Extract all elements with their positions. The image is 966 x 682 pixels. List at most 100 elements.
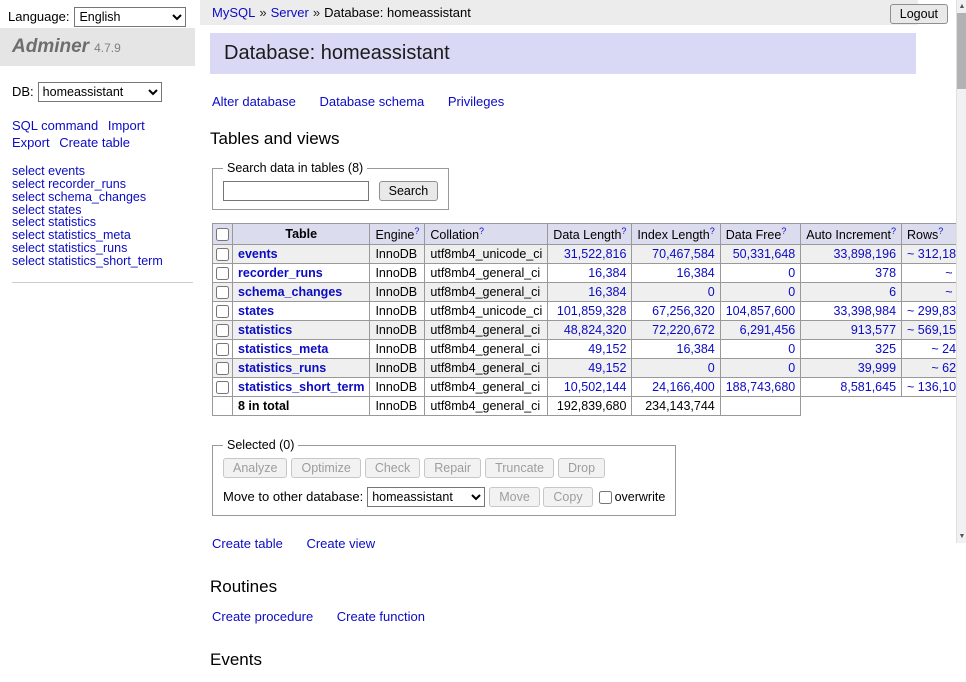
create-procedure-link[interactable]: Create procedure: [212, 609, 313, 624]
auto-increment-link[interactable]: 33,898,196: [833, 247, 896, 261]
bulk-repair-button[interactable]: Repair: [424, 458, 481, 478]
copy-button[interactable]: Copy: [543, 487, 592, 507]
bulk-drop-button[interactable]: Drop: [558, 458, 605, 478]
column-help-link[interactable]: ?: [621, 226, 626, 236]
table-name-link[interactable]: statistics_short_term: [238, 380, 364, 394]
row-checkbox[interactable]: [216, 343, 229, 356]
rows-link[interactable]: ~ 569,159: [907, 323, 963, 337]
select-table-link[interactable]: select states: [12, 203, 81, 217]
bulk-check-button[interactable]: Check: [365, 458, 420, 478]
breadcrumb-server-link[interactable]: Server: [271, 5, 309, 20]
rows-link[interactable]: ~ 312,180: [907, 247, 963, 261]
auto-increment-link[interactable]: 378: [875, 266, 896, 280]
row-checkbox[interactable]: [216, 267, 229, 280]
scroll-down-icon[interactable]: ▼: [957, 530, 966, 543]
data-length-link[interactable]: 31,522,816: [564, 247, 627, 261]
column-help-link[interactable]: ?: [710, 226, 715, 236]
column-header-engine[interactable]: Engine?: [370, 224, 425, 245]
column-header-auto-increment[interactable]: Auto Increment?: [801, 224, 902, 245]
column-header-table[interactable]: Table: [233, 224, 370, 245]
auto-increment-link[interactable]: 33,398,984: [833, 304, 896, 318]
auto-increment-link[interactable]: 325: [875, 342, 896, 356]
index-length-link[interactable]: 24,166,400: [652, 380, 715, 394]
select-table-link[interactable]: select statistics_meta: [12, 228, 131, 242]
column-help-link[interactable]: ?: [479, 226, 484, 236]
select-all-checkbox[interactable]: [216, 228, 229, 241]
rows-link[interactable]: ~ 299,833: [907, 304, 963, 318]
language-select[interactable]: English: [74, 7, 186, 27]
auto-increment-link[interactable]: 8,581,645: [840, 380, 896, 394]
search-input[interactable]: [223, 181, 369, 201]
table-name-link[interactable]: states: [238, 304, 274, 318]
index-length-link[interactable]: 16,384: [677, 266, 715, 280]
select-table-link[interactable]: select statistics: [12, 215, 96, 229]
auto-increment-link[interactable]: 39,999: [858, 361, 896, 375]
row-checkbox[interactable]: [216, 286, 229, 299]
row-checkbox[interactable]: [216, 324, 229, 337]
select-table-link[interactable]: select events: [12, 164, 85, 178]
select-table-link[interactable]: select statistics_runs: [12, 241, 127, 255]
index-length-link[interactable]: 72,220,672: [652, 323, 715, 337]
select-table-link[interactable]: select schema_changes: [12, 190, 146, 204]
data-free-link[interactable]: 104,857,600: [726, 304, 796, 318]
data-free-link[interactable]: 0: [788, 342, 795, 356]
search-button[interactable]: Search: [379, 181, 439, 201]
move-button[interactable]: Move: [489, 487, 540, 507]
table-name-link[interactable]: statistics_meta: [238, 342, 328, 356]
select-table-link[interactable]: select recorder_runs: [12, 177, 126, 191]
table-name-link[interactable]: schema_changes: [238, 285, 342, 299]
index-length-link[interactable]: 0: [708, 285, 715, 299]
privileges-link[interactable]: Privileges: [448, 94, 504, 109]
vertical-scrollbar[interactable]: ▲ ▼: [956, 0, 966, 543]
sql-command-link[interactable]: SQL command: [12, 118, 98, 133]
rows-link[interactable]: ~ 136,108: [907, 380, 963, 394]
data-free-link[interactable]: 0: [788, 266, 795, 280]
bulk-truncate-button[interactable]: Truncate: [485, 458, 554, 478]
row-checkbox[interactable]: [216, 381, 229, 394]
table-name-link[interactable]: statistics: [238, 323, 292, 337]
alter-database-link[interactable]: Alter database: [212, 94, 296, 109]
data-length-link[interactable]: 48,824,320: [564, 323, 627, 337]
create-view-link[interactable]: Create view: [306, 536, 375, 551]
column-help-link[interactable]: ?: [891, 226, 896, 236]
bulk-analyze-button[interactable]: Analyze: [223, 458, 287, 478]
scroll-up-icon[interactable]: ▲: [957, 0, 966, 13]
data-free-link[interactable]: 0: [788, 361, 795, 375]
row-checkbox[interactable]: [216, 248, 229, 261]
breadcrumb-mysql-link[interactable]: MySQL: [212, 5, 255, 20]
column-header-collation[interactable]: Collation?: [425, 224, 548, 245]
logout-button[interactable]: Logout: [890, 4, 948, 24]
table-name-link[interactable]: recorder_runs: [238, 266, 323, 280]
column-help-link[interactable]: ?: [938, 226, 943, 236]
index-length-link[interactable]: 67,256,320: [652, 304, 715, 318]
auto-increment-link[interactable]: 913,577: [851, 323, 896, 337]
data-free-link[interactable]: 188,743,680: [726, 380, 796, 394]
bulk-optimize-button[interactable]: Optimize: [291, 458, 360, 478]
index-length-link[interactable]: 0: [708, 361, 715, 375]
index-length-link[interactable]: 16,384: [677, 342, 715, 356]
data-length-link[interactable]: 49,152: [588, 361, 626, 375]
data-length-link[interactable]: 10,502,144: [564, 380, 627, 394]
table-name-link[interactable]: statistics_runs: [238, 361, 326, 375]
move-db-select[interactable]: homeassistant: [367, 487, 485, 507]
column-header-data-free[interactable]: Data Free?: [720, 224, 801, 245]
import-link[interactable]: Import: [108, 118, 145, 133]
data-length-link[interactable]: 16,384: [588, 285, 626, 299]
db-select[interactable]: homeassistant: [38, 82, 162, 102]
data-length-link[interactable]: 49,152: [588, 342, 626, 356]
column-header-data-length[interactable]: Data Length?: [548, 224, 632, 245]
data-free-link[interactable]: 6,291,456: [740, 323, 796, 337]
auto-increment-link[interactable]: 6: [889, 285, 896, 299]
data-free-link[interactable]: 50,331,648: [733, 247, 796, 261]
create-table-link[interactable]: Create table: [212, 536, 283, 551]
column-header-index-length[interactable]: Index Length?: [632, 224, 720, 245]
column-help-link[interactable]: ?: [414, 226, 419, 236]
data-length-link[interactable]: 16,384: [588, 266, 626, 280]
index-length-link[interactable]: 70,467,584: [652, 247, 715, 261]
app-logo-link[interactable]: Adminer: [12, 36, 89, 57]
column-help-link[interactable]: ?: [781, 226, 786, 236]
database-schema-link[interactable]: Database schema: [319, 94, 424, 109]
data-length-link[interactable]: 101,859,328: [557, 304, 627, 318]
row-checkbox[interactable]: [216, 362, 229, 375]
create-function-link[interactable]: Create function: [337, 609, 425, 624]
